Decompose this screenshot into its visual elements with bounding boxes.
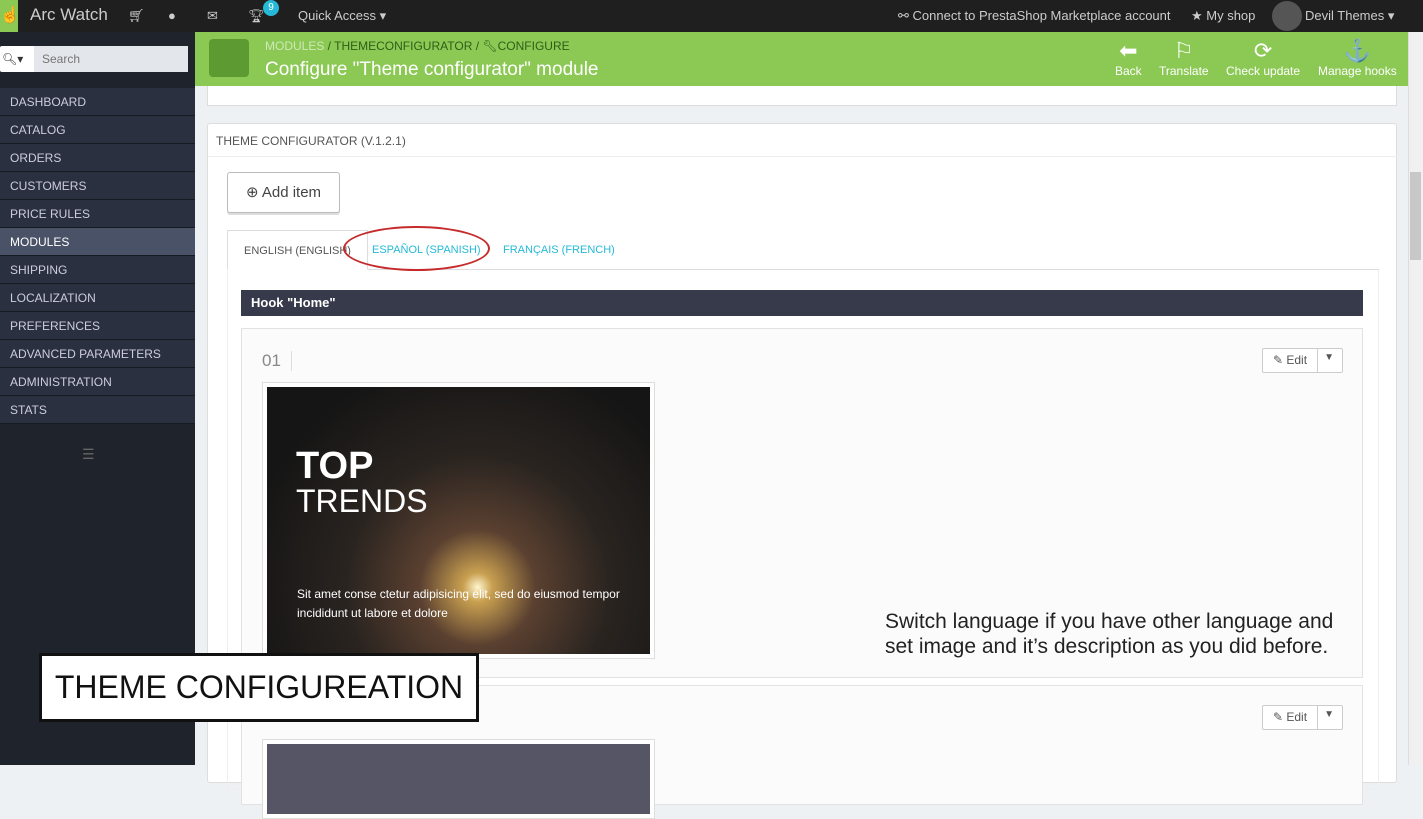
chevron-down-icon[interactable]: ▼ <box>1324 709 1334 720</box>
banner-image <box>262 739 655 819</box>
page-title: Configure "Theme configurator" module <box>265 59 599 80</box>
link-icon: ⚯ <box>898 8 913 23</box>
banner-photo: TOP TRENDS Sit amet conse ctetur adipisi… <box>267 387 650 654</box>
user-menu[interactable]: Devil Themes ▾ <box>1305 8 1394 24</box>
sidebar-item-orders[interactable]: ORDERS <box>0 144 195 172</box>
notification-badge: 9 <box>263 0 279 16</box>
back-icon: ⬅ <box>1119 38 1138 63</box>
banner-subtitle: TRENDS <box>296 483 428 519</box>
back-label: Back <box>1115 64 1142 78</box>
divider <box>208 156 1398 157</box>
sidebar-item-customers[interactable]: CUSTOMERS <box>0 172 195 200</box>
sidebar-item-price-rules[interactable]: PRICE RULES <box>0 200 195 228</box>
shop-name[interactable]: Arc Watch <box>30 5 108 25</box>
collapse-menu-icon[interactable]: ☰ <box>82 446 95 463</box>
edit-button[interactable]: ✎ Edit ▼ <box>1262 705 1343 730</box>
annotation-label: THEME CONFIGUREATION <box>39 653 479 722</box>
sidebar-item-preferences[interactable]: PREFERENCES <box>0 312 195 340</box>
search-input[interactable] <box>34 46 188 72</box>
page-header: MODULES / THEMECONFIGURATOR / 🔧︎CONFIGUR… <box>195 32 1408 86</box>
edit-button[interactable]: ✎ Edit ▼ <box>1262 348 1343 373</box>
puzzle-icon <box>209 39 249 77</box>
hook-header: Hook "Home" <box>241 290 1363 316</box>
search-box: 🔍︎▾ <box>0 46 188 72</box>
banner-description: Sit amet conse ctetur adipisicing elit, … <box>297 587 620 620</box>
sidebar-item-dashboard[interactable]: DASHBOARD <box>0 88 195 116</box>
breadcrumb-modules[interactable]: MODULES <box>265 39 324 53</box>
connect-link[interactable]: ⚯ Connect to PrestaShop Marketplace acco… <box>898 8 1171 24</box>
banner-photo <box>267 744 650 814</box>
manage-hooks-button[interactable]: ⚓ Manage hooks <box>1318 38 1397 78</box>
edit-label: Edit <box>1286 353 1308 367</box>
breadcrumb-themeconfigurator[interactable]: THEMECONFIGURATOR <box>334 39 472 53</box>
my-shop-link[interactable]: ★ My shop <box>1191 8 1255 24</box>
breadcrumb-configure: CONFIGURE <box>497 39 570 53</box>
banner-title: TOP <box>296 445 374 487</box>
search-icon[interactable]: 🔍︎▾ <box>0 46 34 72</box>
sidebar-item-shipping[interactable]: SHIPPING <box>0 256 195 284</box>
banner-image: TOP TRENDS Sit amet conse ctetur adipisi… <box>262 382 655 659</box>
scrollbar-thumb[interactable] <box>1410 172 1421 260</box>
mail-icon[interactable]: ✉ <box>207 8 218 24</box>
translate-button[interactable]: ⚐ Translate <box>1159 38 1209 78</box>
avatar[interactable] <box>1272 1 1302 31</box>
chevron-down-icon[interactable]: ▼ <box>1324 352 1334 363</box>
breadcrumb: MODULES / THEMECONFIGURATOR / 🔧︎CONFIGUR… <box>265 39 570 53</box>
user-icon[interactable]: ● <box>168 8 176 23</box>
anchor-icon: ⚓ <box>1343 38 1372 63</box>
scrollbar[interactable] <box>1408 32 1423 765</box>
highlight-circle <box>343 226 490 271</box>
manage-hooks-label: Manage hooks <box>1318 64 1397 78</box>
sidebar-item-localization[interactable]: LOCALIZATION <box>0 284 195 312</box>
sidebar-item-modules[interactable]: MODULES <box>0 228 195 256</box>
check-update-button[interactable]: ⟳ Check update <box>1226 38 1300 78</box>
plus-icon: ⊕ <box>245 184 262 201</box>
sidebar-item-administration[interactable]: ADMINISTRATION <box>0 368 195 396</box>
sidebar-item-catalog[interactable]: CATALOG <box>0 116 195 144</box>
previous-panel <box>207 86 1397 106</box>
trophy-icon[interactable]: 🏆︎ <box>248 8 265 24</box>
wrench-icon: 🔧︎ <box>482 39 498 53</box>
sidebar-item-advanced-parameters[interactable]: ADVANCED PARAMETERS <box>0 340 195 368</box>
panel-title: THEME CONFIGURATOR (V.1.2.1) <box>216 134 406 148</box>
edit-label: Edit <box>1286 710 1308 724</box>
sidebar-menu: DASHBOARD CATALOG ORDERS CUSTOMERS PRICE… <box>0 88 195 424</box>
edit-icon: ✎ <box>1272 353 1287 367</box>
quick-access-menu[interactable]: Quick Access ▾ <box>298 8 386 24</box>
sidebar-item-stats[interactable]: STATS <box>0 396 195 424</box>
annotation-note: Switch language if you have other langua… <box>885 610 1334 658</box>
flag-icon: ⚐ <box>1173 38 1194 63</box>
item-number: 01 <box>262 351 292 371</box>
edit-icon: ✎ <box>1272 710 1287 724</box>
cart-icon[interactable]: 🛒︎ <box>128 8 145 24</box>
add-item-label: Add item <box>261 184 322 201</box>
translate-label: Translate <box>1159 64 1209 78</box>
add-item-button[interactable]: ⊕ Add item <box>227 172 340 213</box>
top-bar: ☝ Arc Watch 🛒︎ ● ✉ 🏆︎ 9 Quick Access ▾ ⚯… <box>0 0 1423 32</box>
tab-french[interactable]: FRANÇAIS (FRENCH) <box>487 230 631 270</box>
refresh-icon: ⟳ <box>1253 38 1273 63</box>
back-button[interactable]: ⬅ Back <box>1115 38 1142 78</box>
check-update-label: Check update <box>1226 64 1301 78</box>
logo-icon[interactable]: ☝ <box>0 0 20 32</box>
connect-label: Connect to PrestaShop Marketplace accoun… <box>912 8 1171 23</box>
